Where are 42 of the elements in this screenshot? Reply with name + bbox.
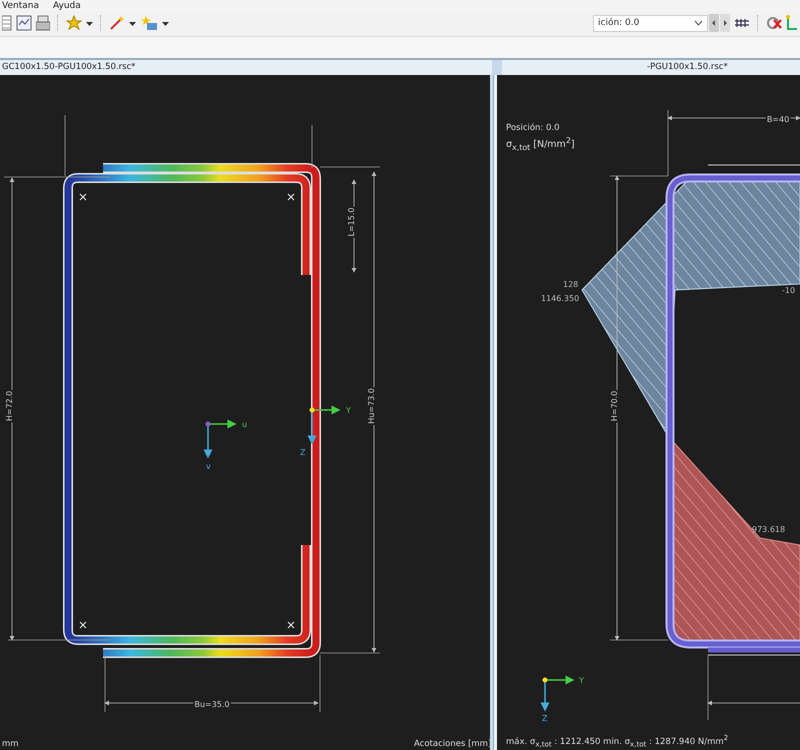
printer-icon[interactable] <box>36 15 50 32</box>
axis-label: Y <box>346 406 351 415</box>
axis-label: Z <box>300 448 306 457</box>
chevron-icon <box>694 20 703 26</box>
wand-icon[interactable] <box>109 15 125 32</box>
previous-icon[interactable] <box>709 14 719 32</box>
stress-summary: máx. σ$_{x,tot}$ : 1212.450 min. σ$_{x,tot}$ : 1287.940 N/mm$^{2}$ <box>506 732 728 750</box>
delete-icon[interactable] <box>766 15 782 32</box>
dimension-label: H=70.0 <box>610 390 619 422</box>
menu-item[interactable]: Ventana <box>2 0 39 11</box>
cross-mark <box>288 622 294 628</box>
axis-arrows <box>308 406 340 444</box>
star-icon[interactable] <box>66 15 82 32</box>
stress-value: 128 <box>563 280 578 289</box>
cross-mark <box>80 194 86 200</box>
stress-value: 973.618 <box>752 525 786 534</box>
splitter[interactable] <box>490 75 500 750</box>
dimension-label: L=15.0 <box>347 208 356 236</box>
stress-value: -10 <box>782 286 796 295</box>
star-box-icon[interactable] <box>140 15 158 32</box>
document-tab[interactable]: GC100x1.50-PGU100x1.50.rsc* <box>0 60 492 75</box>
axis-label: v <box>206 462 211 471</box>
menu-item[interactable]: Ayuda <box>52 0 81 11</box>
position-dropdown[interactable]: ición: 0.0 <box>593 14 708 32</box>
axis-arrows <box>204 420 236 458</box>
dimension-label: Hu=73.0 <box>367 388 376 424</box>
stress-value: 1146.350 <box>541 294 580 303</box>
dimension-label: H=72.0 <box>5 390 14 422</box>
next-icon[interactable] <box>720 14 730 32</box>
axes-icon[interactable] <box>786 15 798 32</box>
axis-arrows <box>540 676 574 712</box>
cross-mark <box>288 194 294 200</box>
cross-mark <box>80 622 86 628</box>
axis-label: u <box>242 420 248 429</box>
position-label: Posición: 0.0 <box>506 123 560 134</box>
window-icon[interactable] <box>16 15 32 32</box>
document-tab[interactable]: -PGU100x1.50.rsc* <box>502 60 800 75</box>
unit-label: mm <box>2 739 19 749</box>
axis-label: Y <box>579 676 584 685</box>
axis-label: Z <box>542 714 548 723</box>
table-icon[interactable] <box>2 15 12 32</box>
stress-quantity-label: σ$_{x,tot}$ [N/mm$^{2}$] <box>506 135 575 154</box>
